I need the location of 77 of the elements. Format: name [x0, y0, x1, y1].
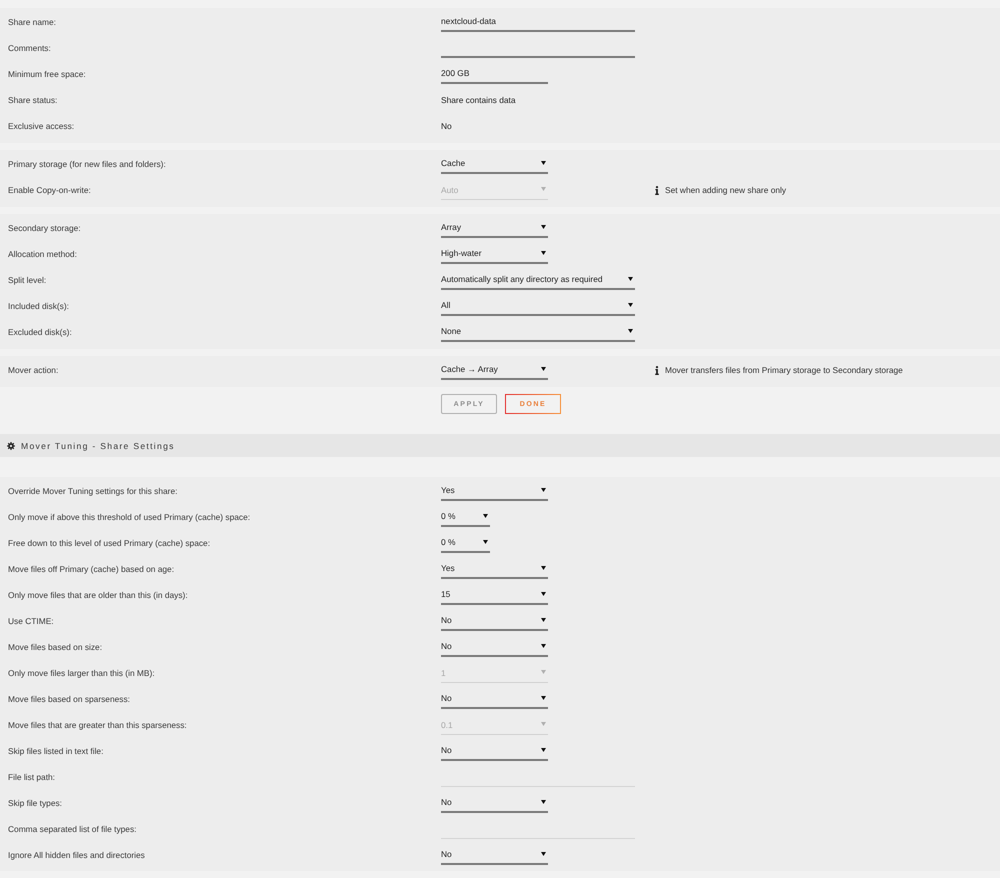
setting-label: Skip file types: — [8, 797, 63, 810]
info-icon — [655, 186, 659, 194]
caret-icon — [628, 302, 633, 306]
caret-icon — [628, 328, 633, 332]
setting-label: Only move files larger than this (in MB): — [8, 667, 156, 680]
dropdown[interactable]: No — [441, 793, 548, 813]
caret-icon — [541, 748, 546, 752]
dropdown[interactable]: Yes — [441, 481, 548, 501]
setting-label: Ignore All hidden files and directories — [8, 849, 146, 862]
dropdown[interactable]: No — [441, 689, 548, 709]
info-icon — [655, 366, 659, 374]
dropdown[interactable]: Array — [441, 218, 548, 238]
caret-icon — [541, 592, 546, 596]
caret-icon — [541, 224, 546, 228]
setting-label: Comma separated list of file types: — [8, 823, 138, 836]
setting-label: Exclusive access: — [8, 120, 76, 133]
dropdown[interactable]: No — [441, 611, 548, 631]
dropdown[interactable]: High-water — [441, 244, 548, 264]
dropdown[interactable]: Yes — [441, 559, 548, 579]
caret-icon — [483, 514, 488, 518]
setting-label: Comments: — [8, 42, 52, 55]
dropdown[interactable]: 0 % — [441, 533, 490, 553]
caret-icon — [541, 366, 546, 370]
caret-icon — [628, 276, 633, 280]
section-title: Mover Tuning - Share Settings — [21, 440, 175, 450]
dropdown[interactable]: Automatically split any directory as required — [441, 270, 635, 290]
dropdown[interactable]: No — [441, 637, 548, 657]
setting-label: Secondary storage: — [8, 222, 82, 235]
caret-icon — [541, 187, 546, 191]
dropdown[interactable]: All — [441, 296, 635, 316]
info-note: Set when adding new share only — [665, 185, 786, 195]
setting-label: Minimum free space: — [8, 68, 87, 81]
dropdown[interactable]: No — [441, 741, 548, 761]
caret-icon — [541, 160, 546, 164]
dropdown[interactable]: Cache → Array — [441, 360, 548, 380]
setting-label: Move files based on sparseness: — [8, 693, 131, 706]
value-text: Share contains data — [441, 94, 516, 107]
dropdown[interactable]: Cache — [441, 154, 548, 174]
setting-label: Mover action: — [8, 364, 60, 377]
text-input[interactable]: nextcloud-data — [441, 12, 635, 32]
caret-icon — [483, 540, 488, 544]
caret-icon — [541, 566, 546, 570]
setting-label: File list path: — [8, 771, 56, 784]
setting-label: Allocation method: — [8, 248, 78, 261]
dropdown[interactable]: None — [441, 322, 635, 342]
setting-label: Free down to this level of used Primary (cache) space: — [8, 537, 212, 550]
value-text: No — [441, 120, 452, 133]
dropdown[interactable]: No — [441, 845, 548, 865]
caret-icon — [541, 618, 546, 622]
text-input[interactable]: 200 GB — [441, 64, 548, 84]
gear-icon — [7, 442, 15, 450]
setting-label: Excluded disk(s): — [8, 326, 73, 339]
dropdown[interactable]: 15 — [441, 585, 548, 605]
caret-icon — [541, 800, 546, 804]
setting-label: Override Mover Tuning settings for this share: — [8, 485, 178, 498]
setting-label: Move files that are greater than this sparseness: — [8, 719, 188, 732]
caret-icon — [541, 644, 546, 648]
setting-label: Only move files that are older than this (in days): — [8, 589, 189, 602]
setting-label: Share status: — [8, 94, 58, 107]
setting-label: Skip files listed in text file: — [8, 745, 104, 758]
setting-label: Included disk(s): — [8, 300, 70, 313]
dropdown[interactable]: 0 % — [441, 507, 490, 527]
setting-label: Move files off Primary (cache) based on age: — [8, 563, 176, 576]
caret-icon — [541, 696, 546, 700]
caret-icon — [541, 670, 546, 674]
caret-icon — [541, 250, 546, 254]
caret-icon — [541, 488, 546, 492]
caret-icon — [541, 852, 546, 856]
caret-icon — [541, 722, 546, 726]
setting-label: Share name: — [8, 16, 57, 29]
setting-label: Split level: — [8, 274, 48, 287]
setting-label: Only move if above this threshold of used Primary (cache) space: — [8, 511, 252, 524]
setting-label: Primary storage (for new files and folders): — [8, 158, 167, 171]
setting-label: Enable Copy-on-write: — [8, 184, 92, 197]
info-note: Mover transfers files from Primary storage to Secondary storage — [665, 365, 903, 375]
setting-label: Move files based on size: — [8, 641, 104, 654]
setting-label: Use CTIME: — [8, 615, 55, 628]
